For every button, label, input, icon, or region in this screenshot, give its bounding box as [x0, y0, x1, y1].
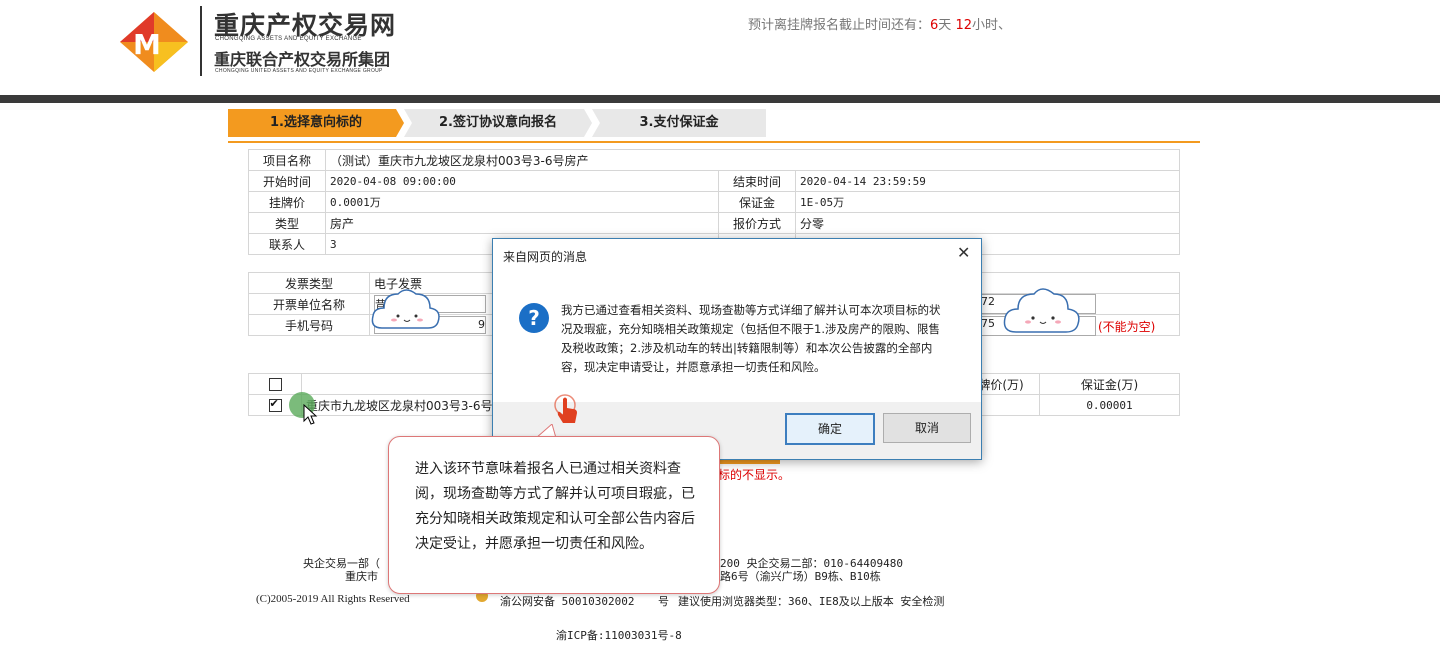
top-divider-bar: [0, 95, 1440, 103]
explanation-callout: 进入该环节意味着报名人已通过相关资料查阅，现场查勘等方式了解并认可项目瑕疵，已充…: [388, 436, 720, 594]
footer-line2-left: 重庆市: [345, 570, 378, 583]
required-note: (不能为空): [1098, 320, 1156, 334]
price-label: 挂牌价: [248, 191, 326, 213]
footer-police-record-suffix: 号: [658, 595, 669, 608]
select-all-checkbox[interactable]: [268, 378, 282, 391]
footer-police-record[interactable]: 渝公网安备 50010302002: [500, 593, 634, 609]
type-value: 房产: [325, 212, 719, 234]
price-value: 0.0001万: [325, 191, 719, 213]
cloud-mascot-icon: [371, 289, 440, 329]
footer-browser-note: 建议使用浏览器类型：360、IE8及以上版本 安全检测: [678, 595, 945, 608]
invoice-right-value-1: 72: [981, 295, 995, 308]
phone-label: 手机号码: [248, 314, 370, 336]
deposit-value: 1E-05万: [795, 191, 1180, 213]
phone-value: 9: [478, 318, 485, 331]
row-deposit: 0.00001: [1039, 394, 1180, 416]
cancel-button[interactable]: 取消: [883, 413, 971, 443]
logo-mark-icon: M: [120, 12, 188, 72]
col-deposit-header: 保证金(万): [1039, 373, 1180, 395]
registration-countdown: 预计离挂牌报名截止时间还有：6天 12小时、: [748, 14, 1011, 33]
footer-copyright: (C)2005-2019 All Rights Reserved: [256, 593, 410, 605]
ok-button[interactable]: 确定: [785, 413, 875, 445]
logo-divider: [200, 6, 202, 76]
project-name-label: 项目名称: [248, 149, 326, 171]
type-label: 类型: [248, 212, 326, 234]
quote-method-label: 报价方式: [718, 212, 796, 234]
end-time-value: 2020-04-14 23:59:59: [795, 170, 1180, 192]
notice-fragment: 标的不显示。: [718, 468, 791, 482]
start-time-value: 2020-04-08 09:00:00: [325, 170, 719, 192]
project-name-value: （测试）重庆市九龙坡区龙泉村003号3-6号房产: [325, 149, 1180, 171]
deposit-label: 保证金: [718, 191, 796, 213]
contact-label: 联系人: [248, 233, 326, 255]
callout-text: 进入该环节意味着报名人已通过相关资料查阅，现场查勘等方式了解并认可项目瑕疵，已充…: [415, 461, 695, 552]
dialog-title: 来自网页的消息: [503, 250, 588, 264]
step-underline: [228, 141, 1200, 143]
cloud-mascot-icon: [1003, 288, 1080, 333]
invoice-type-label: 发票类型: [248, 272, 370, 294]
dialog-message: 我方已通过查看相关资料、现场查勘等方式详细了解并认可本次项目标的状况及瑕疵，充分…: [561, 303, 941, 374]
footer-icp[interactable]: 渝ICP备:11003031号-8: [556, 627, 682, 643]
step-select-target[interactable]: 1.选择意向标的: [228, 109, 404, 137]
question-icon: ?: [519, 303, 549, 333]
countdown-hours: 12: [955, 18, 972, 33]
countdown-prefix: 预计离挂牌报名截止时间还有：: [748, 18, 931, 33]
invoice-right-value-2: 75: [981, 317, 995, 330]
confirm-dialog: 来自网页的消息 ✕ ? 我方已通过查看相关资料、现场查勘等方式详细了解并认可本次…: [492, 238, 982, 460]
step-sign-agreement[interactable]: 2.签订协议意向报名: [404, 109, 592, 137]
footer-line2-right: 路6号（渝兴广场）B9栋、B10栋: [720, 570, 881, 583]
svg-text:M: M: [133, 28, 161, 61]
invoice-unit-label: 开票单位名称: [248, 293, 370, 315]
quote-method-value: 分零: [795, 212, 1180, 234]
countdown-days-unit: 天: [938, 18, 952, 33]
row-checkbox[interactable]: [268, 397, 282, 412]
close-icon[interactable]: ✕: [957, 243, 970, 262]
group-name-en: CHONGQING UNITED ASSETS AND EQUITY EXCHA…: [215, 68, 383, 74]
group-name: 重庆联合产权交易所集团: [214, 50, 391, 69]
site-name-en: CHONGQING ASSETS AND EQUITY EXCHANGE: [215, 36, 362, 42]
mouse-cursor-icon: [303, 404, 318, 425]
end-time-label: 结束时间: [718, 170, 796, 192]
step-pay-deposit[interactable]: 3.支付保证金: [592, 109, 766, 137]
countdown-hours-unit: 小时、: [972, 18, 1012, 33]
start-time-label: 开始时间: [248, 170, 326, 192]
